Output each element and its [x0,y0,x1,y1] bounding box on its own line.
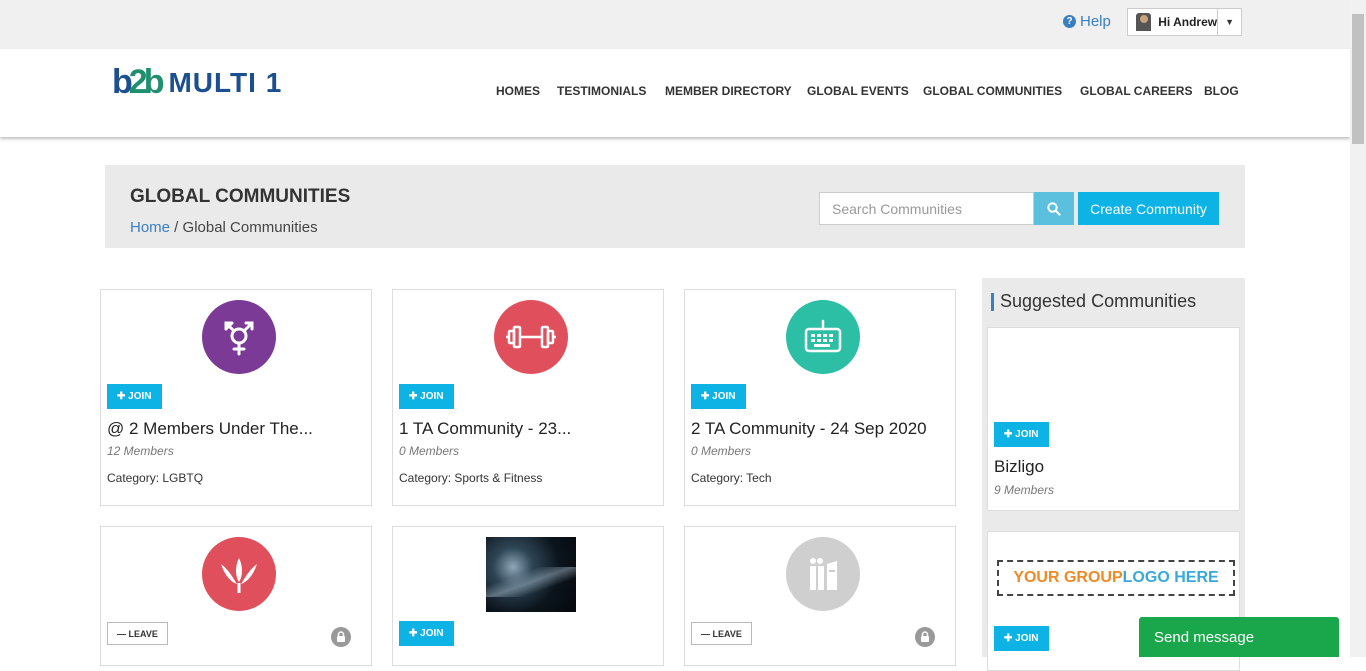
suggested-communities-sidebar: Suggested Communities ✚ JOIN Bizligo 9 M… [982,278,1245,671]
community-card[interactable]: ✚ JOIN 1 TA Community - 23... 0 Members … [392,289,664,506]
community-title[interactable]: Bizligo [994,457,1044,477]
community-image [486,537,576,612]
transgender-icon [202,300,276,374]
logo-text: MULTI 1 [168,67,283,98]
help-label: Help [1080,13,1111,30]
leave-button[interactable]: — LEAVE [691,622,752,645]
community-category: Category: Sports & Fitness [399,471,543,485]
dumbbell-icon [494,300,568,374]
title-accent-bar [991,293,994,311]
top-bar: ? Help Hi Andrew ▼ [0,0,1366,49]
leave-button[interactable]: — LEAVE [107,622,168,645]
breadcrumb: Home / Global Communities [130,219,318,236]
book-icon [786,537,860,611]
search-button[interactable] [1034,192,1074,225]
member-count: 0 Members [691,444,752,458]
lock-icon [331,627,351,647]
brand-logo[interactable]: b2b MULTI 1 [112,65,282,99]
search-icon [1047,201,1061,216]
sidebar-title: Suggested Communities [1000,291,1197,311]
scrollbar-thumb[interactable] [1352,14,1364,144]
main-header: b2b MULTI 1 HOMES TESTIMONIALS MEMBER DI… [0,49,1350,137]
nav-testimonials[interactable]: TESTIMONIALS [557,84,646,98]
avatar [1136,13,1152,31]
suggested-community-card[interactable]: ✚ JOIN Bizligo 9 Members [987,327,1240,511]
image-highlight [486,567,576,597]
send-message-button[interactable]: Send message [1139,617,1339,657]
breadcrumb-separator: / [170,219,183,236]
nav-homes[interactable]: HOMES [496,84,540,98]
page-scrollbar[interactable] [1350,0,1366,657]
join-button[interactable]: ✚ JOIN [399,384,454,409]
page-title: GLOBAL COMMUNITIES [130,186,351,207]
caret-down-icon[interactable]: ▼ [1217,9,1241,35]
group-logo-placeholder: YOUR GROUP LOGO HERE [997,560,1235,596]
lotus-icon [202,537,276,611]
page-banner: GLOBAL COMMUNITIES Home / Global Communi… [105,165,1245,248]
community-card[interactable]: ✚ JOIN @ 2 Members Under The... 12 Membe… [100,289,372,506]
community-card[interactable]: ✚ JOIN 2 TA Community - 24 Sep 2020 0 Me… [684,289,956,506]
community-title[interactable]: 1 TA Community - 23... [399,419,571,439]
search-communities-input[interactable] [819,192,1034,225]
join-button[interactable]: ✚ JOIN [107,384,162,409]
nav-global-careers[interactable]: GLOBAL CAREERS [1080,84,1192,98]
user-greeting: Hi Andrew [1158,15,1218,29]
join-button[interactable]: ✚ JOIN [994,422,1049,447]
community-card[interactable]: — LEAVE [684,526,956,666]
join-button[interactable]: ✚ JOIN [691,384,746,409]
nav-global-communities[interactable]: GLOBAL COMMUNITIES [923,84,1062,98]
nav-global-events[interactable]: GLOBAL EVENTS [807,84,909,98]
community-title[interactable]: 2 TA Community - 24 Sep 2020 [691,419,927,439]
join-button[interactable]: ✚ JOIN [994,626,1049,651]
nav-blog[interactable]: BLOG [1204,84,1239,98]
community-category: Category: LGBTQ [107,471,204,485]
community-title[interactable]: @ 2 Members Under The... [107,419,313,439]
breadcrumb-current: Global Communities [182,219,318,236]
help-link[interactable]: ? Help [1063,13,1111,30]
community-card[interactable]: — LEAVE [100,526,372,666]
keyboard-icon [786,300,860,374]
community-category: Category: Tech [691,471,772,485]
member-count: 0 Members [399,444,460,458]
breadcrumb-home[interactable]: Home [130,219,170,236]
join-button[interactable]: ✚ JOIN [399,621,454,646]
nav-member-directory[interactable]: MEMBER DIRECTORY [665,84,792,98]
question-icon: ? [1063,15,1076,28]
logo-mark: b2b [112,63,164,101]
member-count: 12 Members [107,444,174,458]
community-card[interactable]: ✚ JOIN [392,526,664,666]
lock-icon [915,627,935,647]
user-menu-button[interactable]: Hi Andrew ▼ [1127,8,1242,36]
member-count: 9 Members [994,483,1055,497]
create-community-button[interactable]: Create Community [1078,192,1219,225]
